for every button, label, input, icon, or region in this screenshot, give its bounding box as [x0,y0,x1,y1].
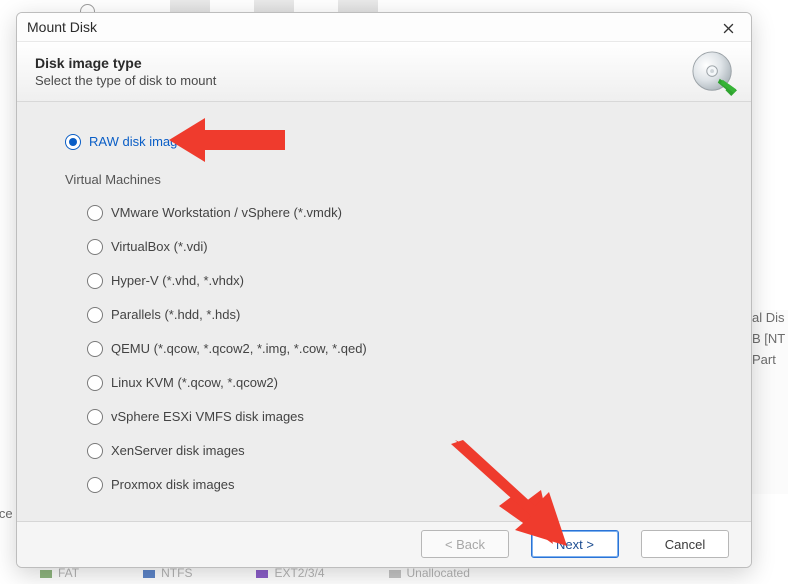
option-label: QEMU (*.qcow, *.qcow2, *.img, *.cow, *.q… [111,341,367,356]
option-label: VirtualBox (*.vdi) [111,239,208,254]
next-button[interactable]: Next > [531,530,619,558]
disc-mount-icon [691,50,737,96]
radio-icon [87,239,103,255]
radio-icon [87,409,103,425]
window-title: Mount Disk [27,19,97,35]
back-button[interactable]: < Back [421,530,509,558]
radio-icon [87,273,103,289]
radio-icon [87,477,103,493]
option-label: Parallels (*.hdd, *.hds) [111,307,240,322]
button-label: < Back [445,537,485,552]
bg-left-snippet: ice [0,506,13,521]
option-virtualbox[interactable]: VirtualBox (*.vdi) [87,239,737,255]
option-qemu[interactable]: QEMU (*.qcow, *.qcow2, *.img, *.cow, *.q… [87,341,737,357]
close-button[interactable] [709,16,747,40]
option-label: Proxmox disk images [111,477,235,492]
mount-disk-dialog: Mount Disk Disk image type Select the ty… [16,12,752,568]
radio-icon [65,134,81,150]
bg-right-snippet: al Dis B [NT Part [750,310,788,494]
option-label: RAW disk images [89,134,191,149]
button-label: Cancel [665,537,705,552]
title-bar: Mount Disk [17,13,751,42]
option-xenserver[interactable]: XenServer disk images [87,443,737,459]
section-label-virtual-machines: Virtual Machines [65,172,737,187]
option-label: XenServer disk images [111,443,245,458]
wizard-subheading: Select the type of disk to mount [35,73,216,88]
radio-icon [87,205,103,221]
cancel-button[interactable]: Cancel [641,530,729,558]
wizard-footer: < Back Next > Cancel [17,521,751,567]
option-vmware[interactable]: VMware Workstation / vSphere (*.vmdk) [87,205,737,221]
wizard-heading: Disk image type [35,55,216,71]
option-label: vSphere ESXi VMFS disk images [111,409,304,424]
option-linux-kvm[interactable]: Linux KVM (*.qcow, *.qcow2) [87,375,737,391]
wizard-body: RAW disk images Virtual Machines VMware … [17,102,751,521]
radio-icon [87,375,103,391]
bg-legend: FAT NTFS EXT2/3/4 Unallocated [40,566,748,580]
option-label: VMware Workstation / vSphere (*.vmdk) [111,205,342,220]
option-hyper-v[interactable]: Hyper-V (*.vhd, *.vhdx) [87,273,737,289]
radio-icon [87,341,103,357]
option-label: Linux KVM (*.qcow, *.qcow2) [111,375,278,390]
radio-icon [87,443,103,459]
option-raw-disk-images[interactable]: RAW disk images [65,134,737,150]
wizard-header: Disk image type Select the type of disk … [17,42,751,101]
option-proxmox[interactable]: Proxmox disk images [87,477,737,493]
option-vsphere-esxi[interactable]: vSphere ESXi VMFS disk images [87,409,737,425]
option-label: Hyper-V (*.vhd, *.vhdx) [111,273,244,288]
radio-icon [87,307,103,323]
option-parallels[interactable]: Parallels (*.hdd, *.hds) [87,307,737,323]
close-icon [723,23,734,34]
button-label: Next > [556,537,594,552]
vm-options-group: VMware Workstation / vSphere (*.vmdk) Vi… [65,205,737,493]
